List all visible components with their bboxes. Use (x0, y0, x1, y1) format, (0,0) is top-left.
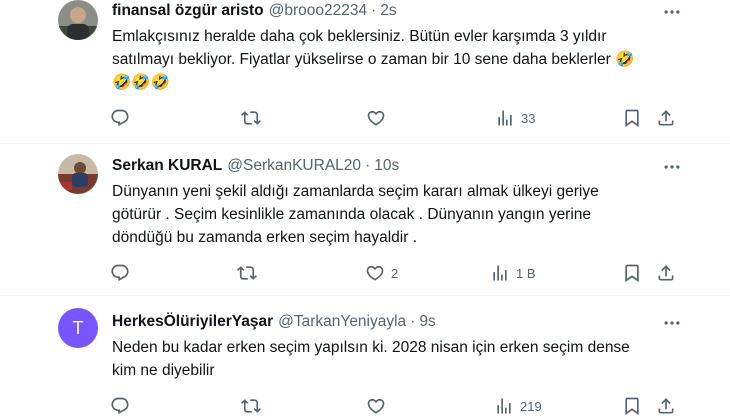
tweet-text-line: Emlakçısınız heralde daha çok beklersini… (112, 28, 607, 45)
separator-dot: · (410, 313, 416, 330)
reply-button[interactable] (110, 106, 136, 130)
reply-icon (111, 397, 129, 415)
tweet-text-line: götürür . Seçim kesinlikle zamanında ola… (112, 206, 592, 223)
views-button[interactable]: 1 B (490, 261, 536, 285)
like-icon (367, 110, 385, 126)
like-button[interactable] (366, 106, 392, 130)
tweet-text-line: Dünyanın yeni şekil aldığı zamanlarda se… (112, 183, 599, 200)
more-icon[interactable] (658, 313, 686, 333)
tweet-text-line: kim ne diyebilir (112, 362, 215, 379)
tweet-text: Dünyanın yeni şekil aldığı zamanlarda se… (112, 180, 599, 249)
author-handle[interactable]: @SerkanKURAL20 (227, 157, 361, 175)
share-button[interactable] (656, 261, 676, 285)
retweet-button[interactable] (241, 106, 267, 130)
views-count: 1 B (516, 265, 536, 281)
views-count: 33 (521, 110, 536, 126)
tweet-timestamp[interactable]: 2s (380, 2, 396, 20)
tweet-text-line: Neden bu kadar erken seçim yapılsın ki. … (112, 339, 630, 356)
share-icon (658, 110, 674, 126)
tweet-text: Emlakçısınız heralde daha çok beklersini… (112, 25, 634, 94)
retweet-button[interactable] (237, 261, 263, 285)
avatar[interactable]: T (58, 308, 98, 348)
avatar[interactable] (58, 154, 98, 194)
bookmark-button[interactable] (622, 106, 642, 130)
author-name[interactable]: Serkan KURAL (112, 157, 222, 175)
like-button[interactable] (366, 394, 392, 418)
avatar[interactable] (58, 0, 98, 40)
tweet-text: Neden bu kadar erken seçim yapılsın ki. … (112, 336, 630, 382)
bookmark-button[interactable] (622, 394, 642, 418)
action-bar: 33 (0, 106, 730, 130)
tweet-1[interactable]: finansal özgür aristo @brooo22234 · 2s E… (0, 0, 730, 143)
action-bar: 2 1 B (0, 261, 730, 285)
views-icon (498, 110, 512, 126)
retweet-button[interactable] (241, 394, 267, 418)
reply-button[interactable] (110, 394, 136, 418)
author-handle[interactable]: @brooo22234 (269, 2, 367, 20)
share-button[interactable] (656, 394, 676, 418)
author-name[interactable]: finansal özgür aristo (112, 2, 264, 20)
reply-icon (111, 109, 129, 127)
views-button[interactable]: 219 (494, 394, 542, 418)
reply-button[interactable] (110, 261, 136, 285)
tweet-text-line: 🤣🤣🤣 (112, 74, 170, 91)
reply-icon (111, 264, 129, 282)
avatar-letter: T (72, 317, 84, 338)
bookmark-button[interactable] (622, 261, 642, 285)
author-name[interactable]: HerkesÖlüriyilerYaşar (112, 313, 273, 331)
retweet-icon (241, 399, 261, 413)
more-icon[interactable] (658, 2, 686, 22)
share-button[interactable] (656, 106, 676, 130)
separator-dot: · (371, 2, 377, 19)
tweet-timestamp[interactable]: 10s (374, 157, 399, 175)
bookmark-icon (625, 264, 639, 283)
tweet-2[interactable]: Serkan KURAL @SerkanKURAL20 · 10s Dünyan… (0, 143, 730, 295)
author-handle[interactable]: @TarkanYeniyayla (278, 313, 406, 331)
like-icon (366, 265, 384, 281)
retweet-icon (237, 266, 257, 280)
views-icon (497, 398, 511, 414)
share-icon (658, 265, 674, 281)
views-icon (493, 265, 507, 281)
action-bar: 219 (0, 394, 730, 418)
like-count: 2 (391, 265, 399, 281)
bookmark-icon (625, 397, 639, 416)
like-icon (367, 398, 385, 414)
tweet-3[interactable]: T HerkesÖlüriyilerYaşar @TarkanYeniyayla… (0, 295, 730, 420)
bookmark-icon (625, 109, 639, 128)
share-icon (658, 398, 674, 414)
views-count: 219 (520, 398, 542, 414)
tweet-text-line: döndüğü bu zamanda erken seçim hayaldir … (112, 229, 418, 246)
separator-dot: · (365, 157, 371, 174)
tweet-timestamp[interactable]: 9s (419, 313, 435, 331)
more-icon[interactable] (658, 157, 686, 177)
like-button[interactable]: 2 (365, 261, 398, 285)
views-button[interactable]: 33 (495, 106, 535, 130)
retweet-icon (241, 111, 261, 125)
tweet-text-line: satılmayı bekliyor. Fiyatlar yükselirse … (112, 51, 635, 68)
